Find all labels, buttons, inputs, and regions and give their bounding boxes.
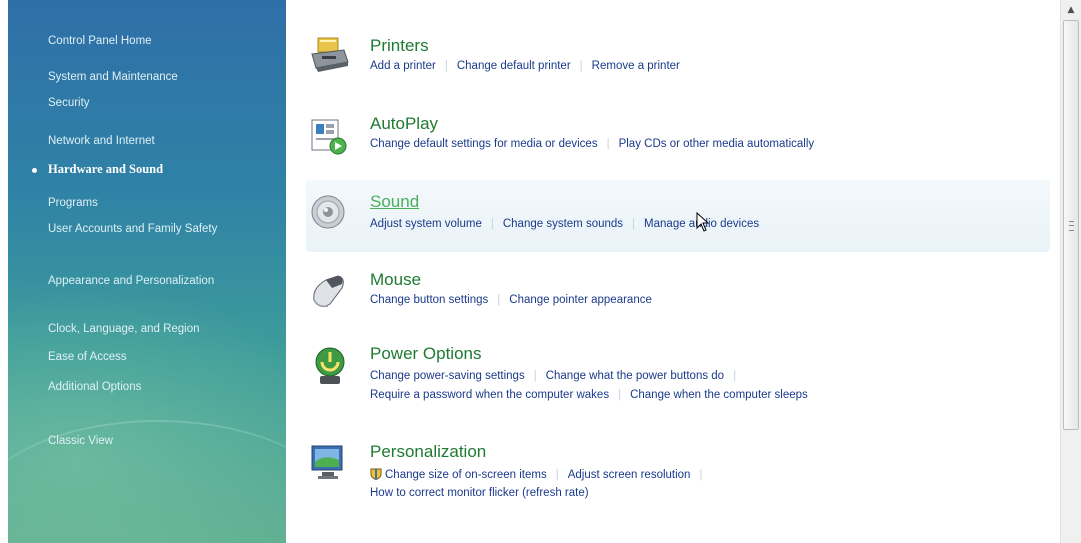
sidebar-item-hardware-sound[interactable]: Hardware and Sound bbox=[48, 162, 163, 176]
separator: | bbox=[579, 60, 583, 72]
sidebar-item-ease-of-access[interactable]: Ease of Access bbox=[48, 350, 127, 364]
task-change-button-settings[interactable]: Change button settings bbox=[370, 294, 488, 306]
sidebar: Control Panel Home System and Maintenanc… bbox=[8, 0, 286, 543]
task-line: Change default settings for media or dev… bbox=[370, 138, 814, 150]
display-icon[interactable] bbox=[308, 442, 352, 486]
task-line: Change power-saving settings | Change what… bbox=[370, 370, 745, 382]
sidebar-item-appearance[interactable]: Appearance and Personalization bbox=[48, 274, 248, 288]
sidebar-item-user-accounts[interactable]: User Accounts and Family Safety bbox=[48, 222, 248, 236]
scroll-grip-icon bbox=[1069, 221, 1074, 231]
scroll-up-arrow-icon[interactable]: ▲ bbox=[1063, 2, 1079, 18]
task-change-power-saving-settings[interactable]: Change power-saving settings bbox=[370, 370, 525, 382]
task-line: Add a printer | Change default printer | Rem… bbox=[370, 60, 680, 72]
task-change-default-media-settings[interactable]: Change default settings for media or dev… bbox=[370, 138, 598, 150]
task-change-default-printer[interactable]: Change default printer bbox=[457, 60, 571, 72]
task-change-system-sounds[interactable]: Change system sounds bbox=[503, 218, 623, 230]
printer-icon[interactable] bbox=[308, 36, 352, 80]
task-line: Change size of on-screen items | Adjust sc… bbox=[370, 468, 711, 481]
category-title-autoplay[interactable]: AutoPlay bbox=[370, 114, 438, 134]
sidebar-item-security[interactable]: Security bbox=[48, 96, 90, 110]
sidebar-item-additional-options[interactable]: Additional Options bbox=[48, 380, 141, 394]
category-title-sound[interactable]: Sound bbox=[370, 192, 419, 212]
mouse-icon[interactable] bbox=[308, 270, 352, 314]
power-options-icon[interactable] bbox=[308, 344, 352, 388]
separator: | bbox=[733, 370, 737, 382]
task-change-size-onscreen-items[interactable]: Change size of on-screen items bbox=[385, 469, 547, 481]
task-adjust-screen-resolution[interactable]: Adjust screen resolution bbox=[568, 469, 691, 481]
separator: | bbox=[632, 218, 636, 230]
task-play-cds-automatically[interactable]: Play CDs or other media automatically bbox=[619, 138, 815, 150]
active-bullet-icon bbox=[32, 168, 37, 173]
task-change-pointer-appearance[interactable]: Change pointer appearance bbox=[509, 294, 652, 306]
category-title-printers[interactable]: Printers bbox=[370, 36, 429, 56]
sidebar-classic-view[interactable]: Classic View bbox=[48, 434, 113, 448]
vertical-scrollbar[interactable]: ▲ bbox=[1060, 0, 1081, 543]
task-change-sleep-time[interactable]: Change when the computer sleeps bbox=[630, 389, 808, 401]
separator: | bbox=[533, 370, 537, 382]
sidebar-item-programs[interactable]: Programs bbox=[48, 196, 98, 210]
separator: | bbox=[618, 389, 622, 401]
mouse-cursor-icon bbox=[696, 212, 710, 232]
separator: | bbox=[606, 138, 610, 150]
main-panel: Printers Add a printer | Change default pr… bbox=[286, 0, 1060, 543]
task-adjust-system-volume[interactable]: Adjust system volume bbox=[370, 218, 482, 230]
task-correct-monitor-flicker[interactable]: How to correct monitor flicker (refresh … bbox=[370, 487, 589, 499]
separator: | bbox=[497, 294, 501, 306]
hover-highlight bbox=[306, 180, 1050, 252]
separator: | bbox=[490, 218, 494, 230]
category-title-mouse[interactable]: Mouse bbox=[370, 270, 421, 290]
sidebar-item-network[interactable]: Network and Internet bbox=[48, 134, 155, 148]
category-title-power-options[interactable]: Power Options bbox=[370, 344, 482, 364]
task-line: Change button settings | Change pointer ap… bbox=[370, 294, 652, 306]
task-change-power-buttons[interactable]: Change what the power buttons do bbox=[546, 370, 724, 382]
separator: | bbox=[555, 469, 559, 481]
scroll-thumb[interactable] bbox=[1063, 20, 1079, 430]
task-remove-printer[interactable]: Remove a printer bbox=[592, 60, 680, 72]
task-require-password-on-wake[interactable]: Require a password when the computer wak… bbox=[370, 389, 609, 401]
task-line: Require a password when the computer wak… bbox=[370, 389, 808, 401]
task-add-printer[interactable]: Add a printer bbox=[370, 60, 436, 72]
autoplay-icon[interactable] bbox=[308, 114, 352, 158]
speaker-icon[interactable] bbox=[308, 192, 352, 236]
separator: | bbox=[444, 60, 448, 72]
sidebar-control-panel-home[interactable]: Control Panel Home bbox=[48, 34, 152, 48]
task-line: How to correct monitor flicker (refresh … bbox=[370, 487, 589, 499]
sidebar-item-clock-language[interactable]: Clock, Language, and Region bbox=[48, 322, 200, 336]
separator: | bbox=[699, 469, 703, 481]
sidebar-item-system-maintenance[interactable]: System and Maintenance bbox=[48, 70, 178, 84]
shield-icon bbox=[370, 468, 382, 481]
category-title-personalization[interactable]: Personalization bbox=[370, 442, 486, 462]
